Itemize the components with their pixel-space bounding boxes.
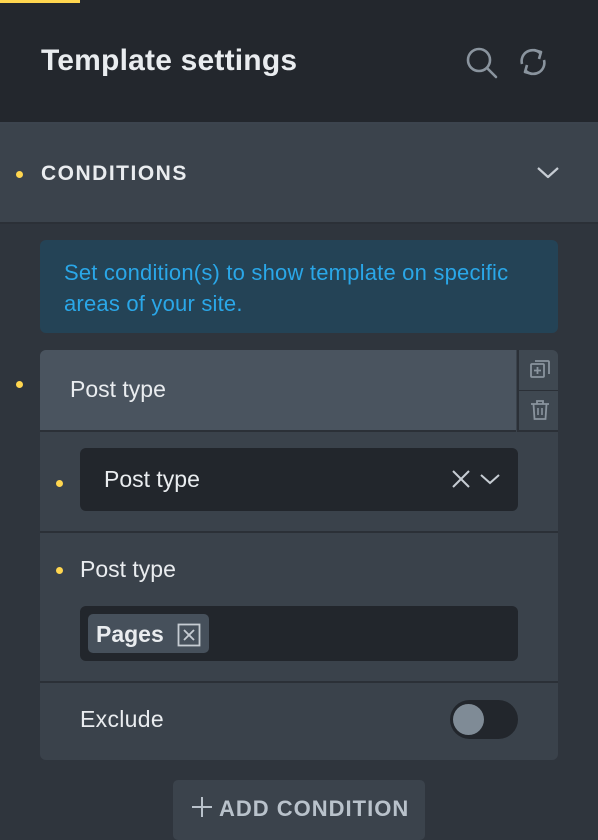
condition-title: Post type [70,376,166,402]
exclude-toggle[interactable] [450,700,518,739]
clear-icon[interactable] [450,468,472,490]
divider [40,531,558,533]
refresh-icon[interactable] [516,45,550,79]
condition-actions [517,350,558,432]
changed-indicator-dot [56,480,63,487]
select-value: Post type [104,466,200,492]
post-type-tags-input[interactable]: Pages [80,606,518,661]
section-body: Set condition(s) to show template on spe… [0,224,598,840]
add-condition-button[interactable]: ADD CONDITION [173,780,425,840]
duplicate-icon[interactable] [519,350,558,390]
info-notice: Set condition(s) to show template on spe… [40,240,558,333]
changed-indicator-dot [16,381,23,388]
trash-icon[interactable] [519,390,558,430]
panel-header: Template settings [0,0,598,124]
exclude-label: Exclude [80,706,164,732]
chevron-down-icon [534,160,562,184]
search-icon[interactable] [464,45,498,79]
add-condition-label: ADD CONDITION [219,796,410,821]
section-title: CONDITIONS [41,162,188,185]
panel-title: Template settings [41,44,298,77]
divider [40,681,558,683]
remove-tag-icon[interactable] [177,623,201,647]
changed-indicator-dot [56,567,63,574]
changed-indicator-dot [16,171,23,178]
tag-chip: Pages [88,614,209,653]
toggle-knob [453,704,484,735]
tag-label: Pages [96,621,164,647]
condition-item: Post type Post type Post type Pages Excl… [40,350,558,760]
condition-header[interactable]: Post type [40,350,516,432]
chevron-down-icon [478,468,502,490]
conditions-section-toggle[interactable]: CONDITIONS [0,124,598,224]
template-settings-panel: Template settings CONDITIONS Set conditi… [0,0,598,840]
post-type-field-label: Post type [80,556,176,582]
post-type-select[interactable]: Post type [80,448,518,511]
active-tab-accent [0,0,80,3]
